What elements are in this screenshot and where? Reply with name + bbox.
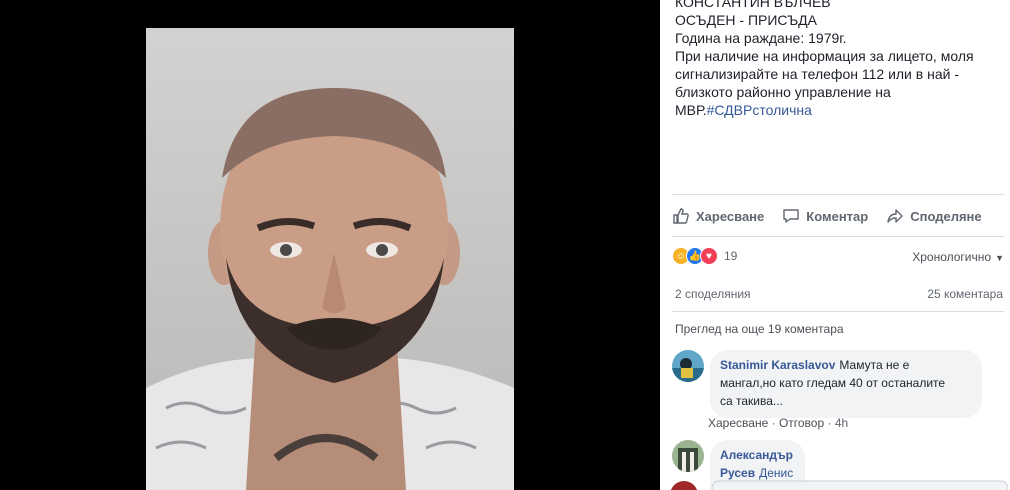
post-text: КОНСТАНТИН ВЪЛЧЕВ ОСЪДЕН - ПРИСЪДА Годин… — [675, 0, 1000, 119]
comment-meta: Харесване · Отговор · 4h — [708, 416, 848, 430]
comment-text: Мамута не е — [839, 358, 910, 372]
comment-time[interactable]: 4h — [835, 416, 848, 430]
hashtag-link[interactable]: #СДВРстолична — [707, 102, 812, 118]
caret-down-icon: ▼ — [995, 253, 1004, 263]
comment-button[interactable]: Коментар — [782, 204, 868, 228]
reaction-count: 19 — [724, 249, 738, 263]
thumbs-up-icon — [673, 208, 689, 224]
avatar-image — [672, 350, 704, 382]
post-line: При наличие на информация за лицето, мол… — [675, 48, 974, 64]
avatar[interactable] — [672, 350, 704, 382]
mugshot-photo — [146, 28, 514, 490]
divider — [672, 194, 1004, 195]
comment-text: мангал,но като гледам 40 от останалите — [720, 376, 946, 390]
sort-dropdown[interactable]: Хронологично ▼ — [912, 250, 1004, 264]
comment-text: са такива... — [720, 394, 783, 408]
share-arrow-icon — [887, 209, 903, 223]
view-more-comments-link[interactable]: Преглед на още 19 коментара — [675, 322, 844, 336]
shares-count[interactable]: 2 споделяния — [675, 287, 751, 301]
separator: · — [771, 416, 776, 430]
post-line: близкото районно управление на — [675, 84, 891, 100]
share-button[interactable]: Споделяне — [886, 204, 982, 228]
reactions-summary[interactable]: ☺ 👍 ♥ 19 — [672, 247, 737, 265]
post-line: КОНСТАНТИН ВЪЛЧЕВ — [675, 0, 831, 10]
post-line: ОСЪДЕН - ПРИСЪДА — [675, 12, 817, 28]
post-line-last: МВР.#СДВРстолична — [675, 101, 1000, 119]
separator: · — [827, 416, 832, 430]
comment-label: Коментар — [806, 208, 869, 224]
mugshot-image — [146, 28, 514, 490]
comment-input-top-edge — [670, 480, 1009, 490]
like-button[interactable]: Харесване — [672, 204, 764, 228]
comment-icon — [783, 209, 799, 223]
love-icon: ♥ — [700, 247, 718, 265]
divider — [672, 311, 1004, 312]
sort-label: Хронологично — [912, 250, 992, 264]
post-side-panel: КОНСТАНТИН ВЪЛЧЕВ ОСЪДЕН - ПРИСЪДА Годин… — [660, 0, 1010, 490]
comment-like-link[interactable]: Харесване — [708, 416, 768, 430]
post-line: Година на раждане: 1979г. — [675, 30, 847, 46]
comments-count[interactable]: 25 коментара — [927, 287, 1003, 301]
comment-author[interactable]: Stanimir Karaslavov — [720, 358, 835, 372]
divider — [672, 236, 1004, 237]
photo-viewer — [0, 0, 660, 490]
comment-input-partial[interactable] — [668, 478, 1009, 490]
share-label: Споделяне — [910, 208, 982, 224]
post-line-prefix: МВР. — [675, 102, 707, 118]
post-actions: Харесване Коментар Споделяне — [672, 204, 1004, 228]
avatar-image — [672, 440, 704, 472]
comment-bubble: Stanimir Karaslavov Мамута не е мангал,но… — [710, 350, 982, 418]
comment-reply-link[interactable]: Отговор — [779, 416, 824, 430]
like-label: Харесване — [696, 208, 765, 224]
avatar[interactable] — [672, 440, 704, 472]
post-line: сигнализирайте на телефон 112 или в най … — [675, 66, 959, 82]
